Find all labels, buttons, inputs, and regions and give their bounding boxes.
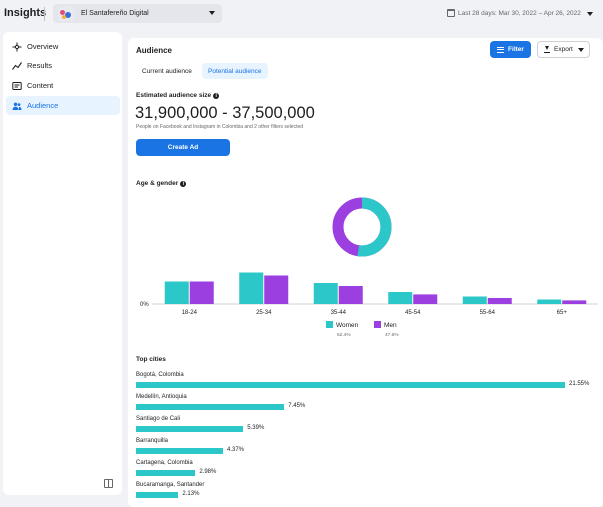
sidebar-item-results[interactable]: Results: [6, 56, 120, 75]
create-ad-button[interactable]: Create Ad: [136, 139, 230, 156]
bar-women-65+: [537, 299, 562, 304]
age-gender-heading: Age & gender: [136, 180, 179, 187]
legend-percent: 52.4%: [337, 332, 351, 338]
bar-women-35-44: [313, 283, 338, 304]
city-percent: 21.55%: [569, 381, 590, 387]
city-name: Bogotá, Colombia: [136, 372, 184, 378]
chevron-down-icon: [209, 11, 215, 15]
bar-men-65+: [562, 300, 587, 304]
page-avatar: [58, 6, 74, 21]
bar-women-25-34: [239, 272, 264, 304]
legend-label: Men: [384, 322, 397, 329]
chevron-down-icon[interactable]: [587, 12, 593, 16]
sidebar-item-label: Results: [27, 61, 53, 70]
filter-button[interactable]: Filter: [490, 41, 531, 58]
legend-swatch-men: [374, 321, 381, 328]
city-percent: 2.98%: [199, 469, 217, 475]
export-button-label: Export: [554, 46, 573, 53]
audience-size-description: People on Facebook and Instagram in Colo…: [136, 124, 304, 130]
info-icon[interactable]: i: [180, 180, 187, 187]
bar-men-35-44: [338, 286, 363, 304]
x-tick-label: 55-64: [480, 310, 496, 316]
sidebar-item-content[interactable]: Content: [6, 76, 120, 95]
top-bar: Insights El Santafereño Digital Last 28 …: [0, 0, 603, 28]
page-name: El Santafereño Digital: [81, 10, 149, 17]
city-name: Bucaramanga, Santander: [136, 482, 205, 488]
bar-men-45-54: [413, 294, 438, 304]
city-bar: [136, 426, 244, 432]
city-percent: 5.39%: [247, 425, 265, 431]
zero-label: 0%: [140, 302, 149, 308]
city-bar: [136, 404, 285, 410]
city-bar: [136, 492, 179, 498]
calendar-icon: [447, 9, 455, 17]
date-range-picker[interactable]: Last 28 days: Mar 30, 2022 – Apr 26, 202…: [447, 9, 581, 17]
create-ad-label: Create Ad: [167, 144, 199, 151]
bar-women-55-64: [462, 296, 487, 304]
divider: [44, 7, 45, 21]
sidebar: Overview Results Content Audience: [3, 32, 122, 495]
city-bar: [136, 448, 223, 454]
legend-percent: 47.6%: [385, 332, 399, 338]
chevron-down-icon: [578, 48, 584, 52]
legend-label: Women: [336, 322, 359, 329]
city-name: Santiago de Cali: [136, 416, 181, 422]
info-icon[interactable]: i: [213, 92, 220, 99]
bar-women-18-24: [164, 281, 189, 304]
age-gender-label: Age & gender i: [136, 180, 187, 187]
bar-men-25-34: [264, 275, 289, 304]
collapse-sidebar-icon[interactable]: [104, 479, 113, 488]
filter-button-label: Filter: [508, 46, 524, 53]
tab-current-audience[interactable]: Current audience: [136, 63, 198, 79]
city-name: Cartagena, Colombia: [136, 460, 193, 466]
legend-swatch-women: [326, 321, 333, 328]
sidebar-item-overview[interactable]: Overview: [6, 37, 120, 56]
bar-women-45-54: [388, 292, 413, 304]
city-percent: 2.13%: [182, 491, 200, 497]
download-icon: [544, 46, 550, 53]
audience-icon: [12, 101, 22, 111]
tab-potential-audience[interactable]: Potential audience: [202, 63, 268, 79]
overview-icon: [12, 42, 22, 52]
city-name: Barranquilla: [136, 438, 169, 444]
audience-size-label: Estimated audience size i: [136, 92, 220, 99]
audience-panel: Audience Filter Export Current audience …: [128, 38, 603, 507]
content-icon: [12, 81, 22, 91]
city-percent: 7.45%: [288, 403, 306, 409]
results-icon: [12, 61, 22, 71]
x-tick-label: 45-54: [405, 310, 421, 316]
sidebar-item-label: Audience: [27, 101, 59, 110]
tab-label: Current audience: [142, 67, 192, 75]
audience-size-value: 31,900,000 - 37,500,000: [135, 104, 315, 122]
x-tick-label: 35-44: [331, 310, 347, 316]
page-selector[interactable]: El Santafereño Digital: [53, 4, 222, 23]
bar-men-55-64: [487, 298, 512, 304]
app-title: Insights: [4, 7, 47, 19]
audience-size-heading: Estimated audience size: [136, 92, 212, 99]
export-button[interactable]: Export: [537, 41, 590, 58]
city-name: Medellín, Antioquia: [136, 394, 187, 400]
sidebar-item-label: Overview: [27, 42, 59, 51]
tab-label: Potential audience: [208, 67, 262, 75]
sidebar-item-audience[interactable]: Audience: [6, 96, 120, 115]
top-cities-heading: Top cities: [136, 356, 166, 363]
city-percent: 4.37%: [226, 447, 244, 453]
age-gender-chart: 0% 18-24 25-34 35-44 45-54 55-64 65+ Women 52.4%…: [140, 197, 598, 338]
city-bar: [136, 382, 565, 388]
x-tick-label: 18-24: [182, 310, 198, 316]
date-range-label: Last 28 days: Mar 30, 2022 – Apr 26, 202…: [458, 9, 581, 17]
top-cities-label: Top cities: [136, 356, 166, 363]
x-tick-label: 65+: [557, 310, 568, 316]
x-tick-label: 25-34: [256, 310, 272, 316]
city-bar: [136, 470, 196, 476]
sidebar-item-label: Content: [27, 81, 54, 90]
filter-icon: [497, 46, 505, 53]
bar-men-18-24: [189, 281, 214, 304]
page-title: Audience: [136, 46, 173, 55]
